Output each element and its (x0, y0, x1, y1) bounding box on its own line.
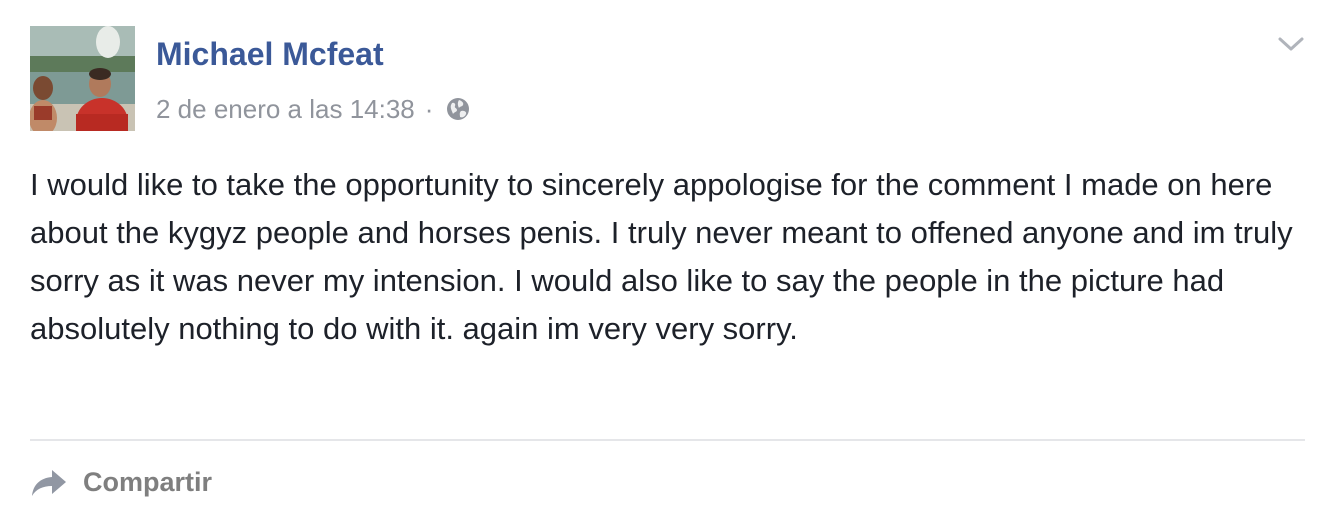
post-timestamp[interactable]: 2 de enero a las 14:38 (156, 92, 415, 126)
post-body-text: I would like to take the opportunity to … (30, 167, 1293, 346)
avatar-photo (30, 26, 135, 131)
post-meta: 2 de enero a las 14:38 · (156, 92, 471, 126)
divider (30, 439, 1305, 441)
post-options-button[interactable] (1276, 32, 1306, 56)
share-label: Compartir (83, 467, 213, 497)
meta-separator: · (424, 94, 434, 124)
share-button[interactable]: Compartir (30, 462, 212, 502)
chevron-down-icon (1278, 37, 1304, 51)
post-card: Michael Mcfeat 2 de enero a las 14:38 · … (0, 0, 1333, 515)
share-arrow-icon (30, 466, 68, 498)
avatar[interactable] (30, 26, 135, 131)
author-name[interactable]: Michael Mcfeat (156, 34, 384, 74)
globe-icon[interactable] (445, 96, 471, 122)
